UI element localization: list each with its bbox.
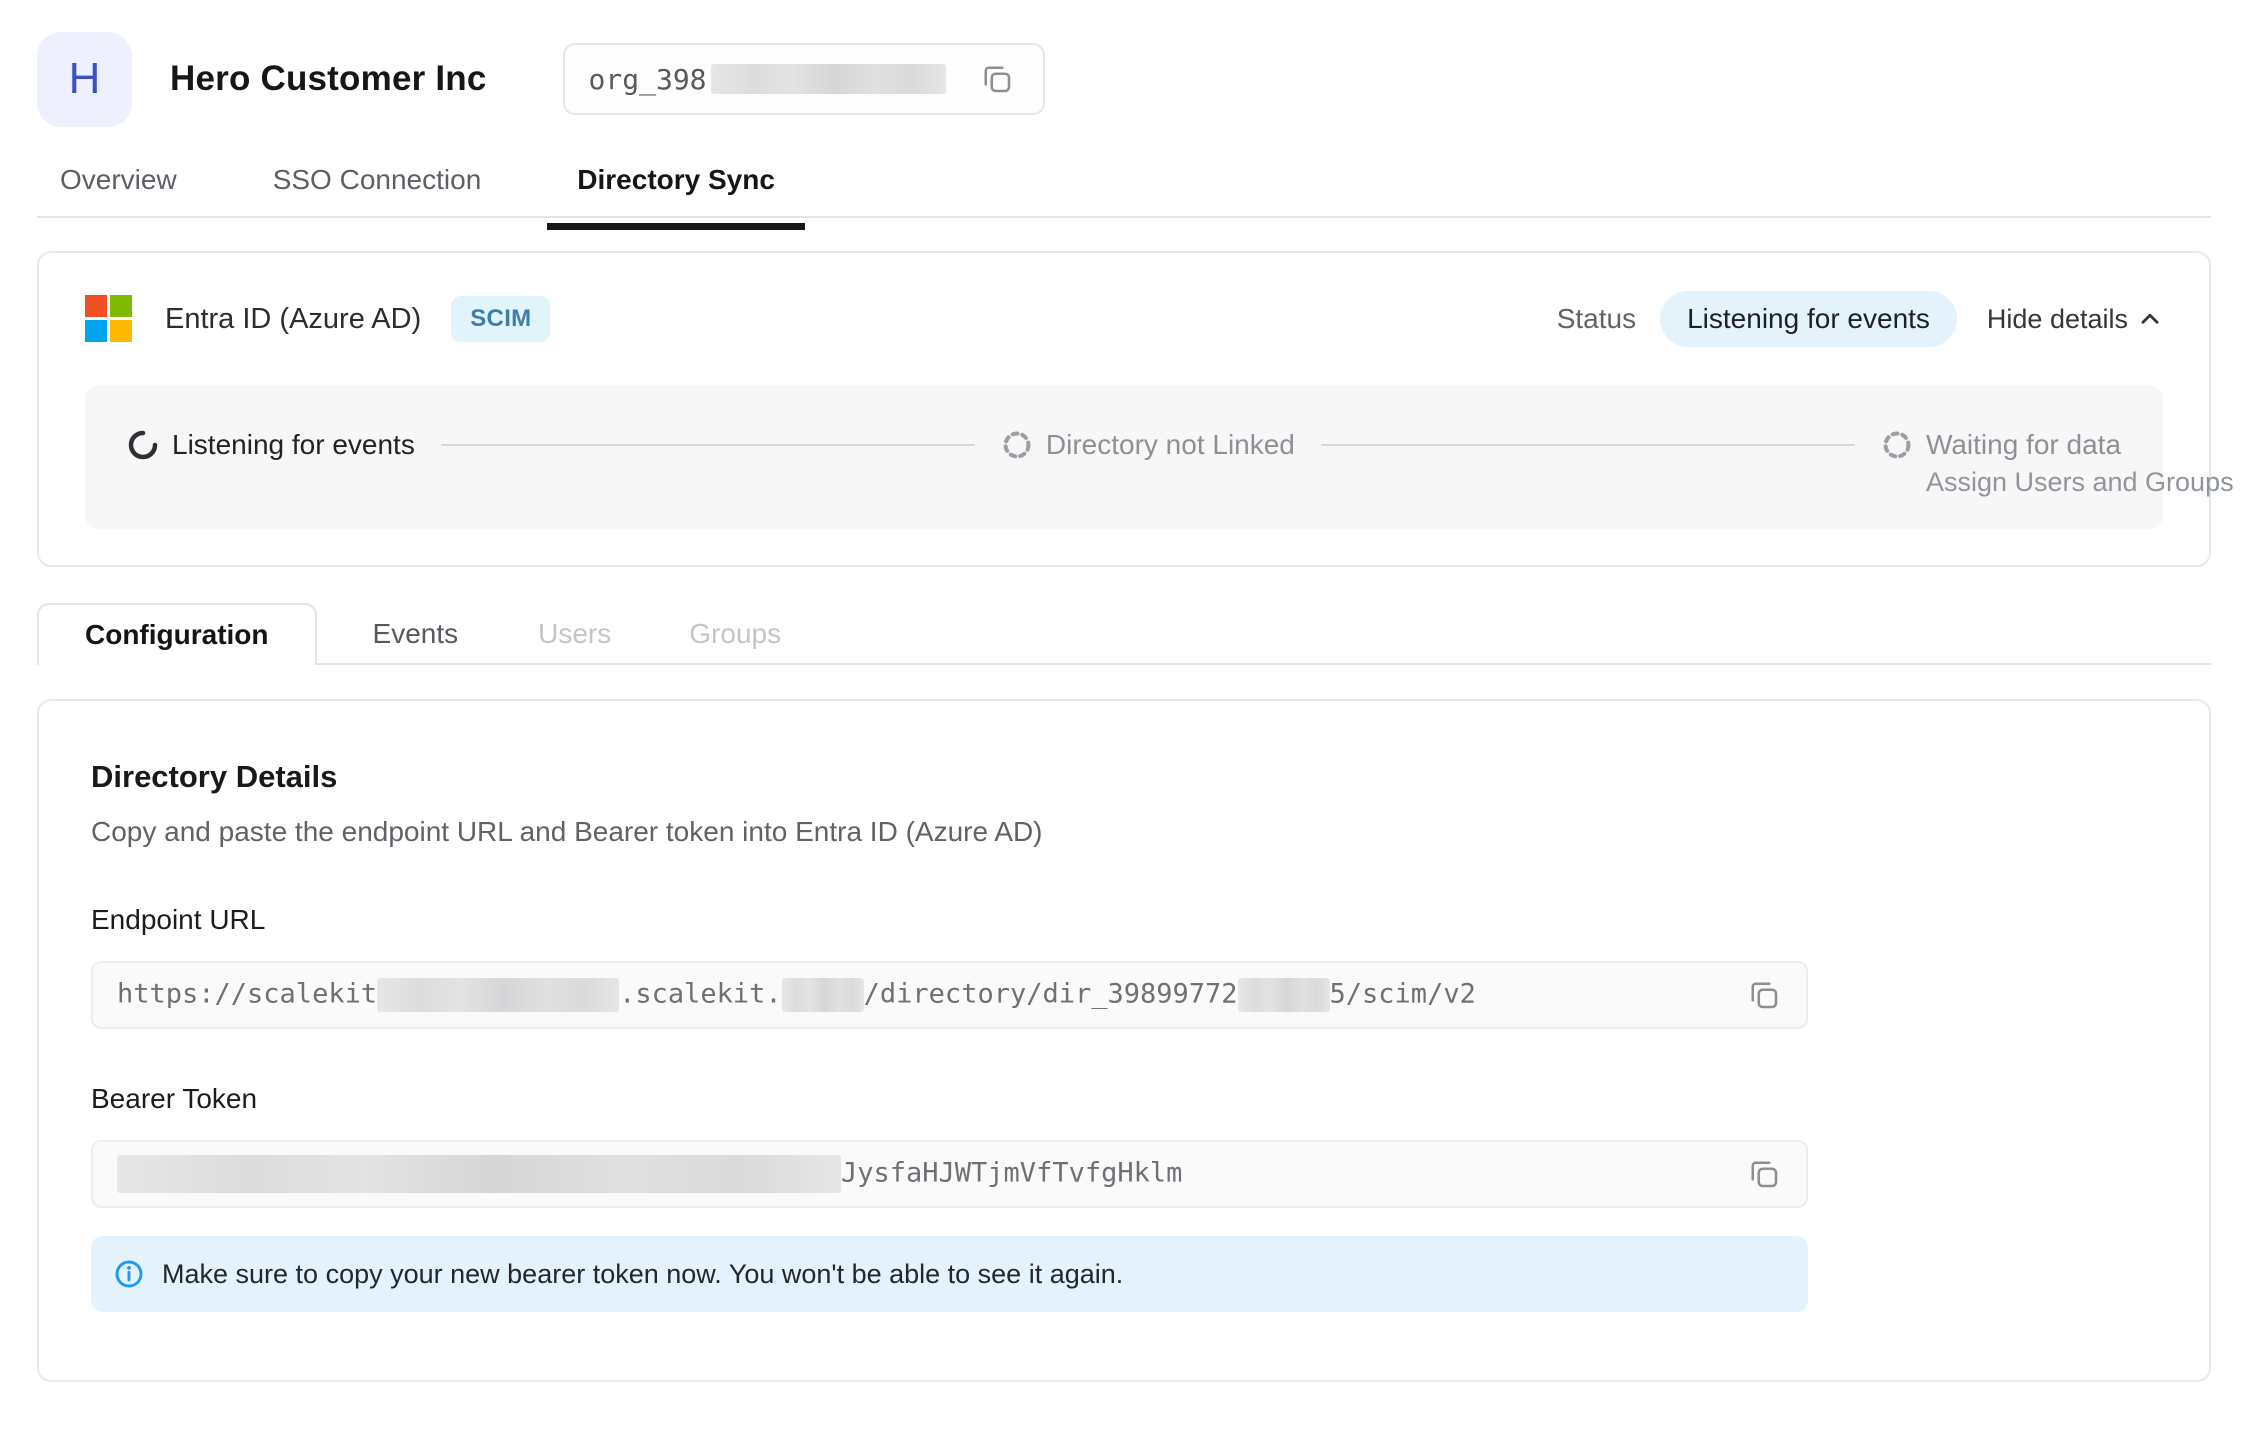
url-redacted [377, 978, 619, 1012]
section-title: Directory Details [91, 759, 2157, 795]
protocol-badge: SCIM [451, 296, 550, 342]
configuration-card: Directory Details Copy and paste the end… [37, 699, 2211, 1382]
provider-card-header: Entra ID (Azure AD) SCIM Status Listenin… [39, 253, 2209, 385]
step-connector [1321, 444, 1855, 446]
hide-details-button[interactable]: Hide details [1987, 304, 2163, 335]
org-id-field: org_398 [563, 43, 1045, 115]
step-listening-for-events: Listening for events [127, 429, 415, 461]
copy-icon [1746, 977, 1782, 1013]
step-label: Directory not Linked [1046, 429, 1295, 461]
subtab-users[interactable]: Users [538, 605, 611, 663]
spinner-icon [127, 429, 159, 461]
org-directory-sync-page: H Hero Customer Inc org_398 Overview SSO… [0, 0, 2248, 1446]
page-header: H Hero Customer Inc org_398 [37, 30, 2211, 128]
provider-name: Entra ID (Azure AD) [165, 303, 421, 336]
endpoint-url-copy-button[interactable] [1742, 973, 1786, 1017]
section-subtitle: Copy and paste the endpoint URL and Bear… [91, 816, 2157, 848]
subtab-configuration[interactable]: Configuration [37, 603, 317, 665]
status-badge: Listening for events [1660, 291, 1957, 347]
tab-overview[interactable]: Overview [60, 154, 177, 216]
directory-subtabs: Configuration Events Users Groups [37, 603, 2211, 665]
org-id-copy-button[interactable] [975, 57, 1019, 101]
bearer-token-label: Bearer Token [91, 1083, 2157, 1115]
url-part: 5/scim/v2 [1330, 979, 1476, 1010]
ms-logo-red-square [85, 295, 107, 317]
step-directory-not-linked: Directory not Linked [1001, 429, 1295, 461]
org-avatar-letter: H [69, 54, 101, 104]
token-visible-part: JysfaHJWTjmVfTvfgHklm [841, 1158, 1182, 1189]
info-icon [113, 1258, 145, 1290]
bearer-token-copy-button[interactable] [1742, 1152, 1786, 1196]
ms-logo-blue-square [85, 320, 107, 342]
endpoint-url-field[interactable]: https://scalekit .scalekit. /directory/dir… [91, 961, 1808, 1029]
endpoint-url-value: https://scalekit .scalekit. /directory/dir… [117, 978, 1476, 1012]
org-title: Hero Customer Inc [170, 59, 487, 99]
url-redacted [782, 978, 864, 1012]
copy-icon [1746, 1156, 1782, 1192]
dashed-circle-icon [1881, 429, 1913, 461]
bearer-token-field[interactable]: JysfaHJWTjmVfTvfgHklm [91, 1140, 1808, 1208]
url-part: .scalekit. [619, 979, 782, 1010]
copy-icon [979, 61, 1015, 97]
org-id-redacted [711, 64, 946, 94]
org-avatar: H [37, 32, 132, 127]
sync-steps-panel: Listening for events Directory not Linke… [85, 385, 2163, 529]
bearer-token-value: JysfaHJWTjmVfTvfgHklm [117, 1155, 1182, 1193]
org-id-value: org_398 [589, 63, 707, 96]
url-part: /directory/dir_39899772 [864, 979, 1238, 1010]
url-part: https://scalekit [117, 979, 377, 1010]
step-label: Waiting for data [1926, 429, 2121, 461]
provider-card: Entra ID (Azure AD) SCIM Status Listenin… [37, 251, 2211, 567]
hide-details-label: Hide details [1987, 304, 2128, 335]
microsoft-logo-icon [85, 295, 133, 343]
step-connector [441, 444, 975, 446]
step-label: Listening for events [172, 429, 415, 461]
chevron-up-icon [2137, 306, 2163, 332]
url-redacted [1238, 978, 1330, 1012]
token-info-banner: Make sure to copy your new bearer token … [91, 1236, 1808, 1312]
provider-status-group: Status Listening for events Hide details [1557, 291, 2163, 347]
status-label: Status [1557, 303, 1636, 335]
dashed-circle-icon [1001, 429, 1033, 461]
tab-sso-connection[interactable]: SSO Connection [273, 154, 482, 216]
token-redacted [117, 1155, 841, 1193]
step-waiting-for-data: Waiting for data Assign Users and Groups [1881, 429, 2121, 461]
ms-logo-yellow-square [110, 320, 132, 342]
info-banner-text: Make sure to copy your new bearer token … [162, 1259, 1123, 1290]
main-tabs: Overview SSO Connection Directory Sync [37, 154, 2211, 218]
tab-directory-sync[interactable]: Directory Sync [577, 154, 775, 216]
step-sublabel: Assign Users and Groups [1926, 467, 2234, 498]
endpoint-url-label: Endpoint URL [91, 904, 2157, 936]
subtab-events[interactable]: Events [373, 605, 459, 663]
ms-logo-green-square [110, 295, 132, 317]
subtab-groups[interactable]: Groups [689, 605, 781, 663]
